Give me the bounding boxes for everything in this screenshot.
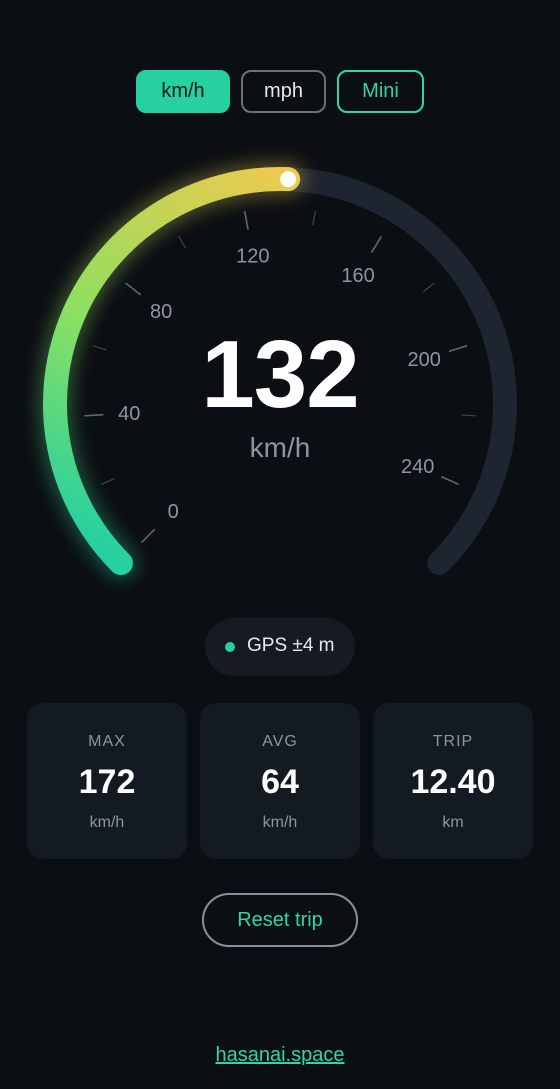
gauge-major-tick: [370, 235, 383, 253]
gauge-major-tick: [243, 211, 249, 231]
gauge-major-tick: [125, 282, 142, 296]
stat-card-max: MAX 172 km/h: [27, 703, 187, 859]
gauge-major-tick: [441, 475, 460, 486]
gps-accuracy: GPS ±4 m: [247, 635, 335, 656]
gauge-tick-label: 160: [341, 265, 374, 287]
stat-label: TRIP: [432, 733, 474, 750]
gauge-tick-label: 0: [168, 501, 179, 523]
gauge-needle-cap: [280, 171, 297, 188]
current-speed: 132: [201, 321, 359, 428]
gauge-major-tick: [140, 528, 156, 544]
gauge-tick-label: 80: [150, 301, 172, 323]
gauge-minor-tick: [178, 235, 187, 249]
gauge-minor-tick: [422, 282, 435, 293]
gps-status-dot-icon: [225, 642, 235, 652]
stat-value: 12.40: [410, 763, 496, 801]
stat-card-trip: TRIP 12.40 km: [373, 703, 533, 859]
stat-unit: km/h: [89, 814, 125, 831]
stat-label: AVG: [262, 733, 298, 750]
reset-trip-button[interactable]: Reset trip: [202, 893, 358, 947]
speedometer-gauge: 04080120160200240: [38, 162, 517, 581]
gauge-minor-tick: [312, 211, 316, 226]
gauge-tick-label: 120: [236, 245, 269, 267]
speed-unit: km/h: [249, 432, 311, 463]
stat-label: MAX: [88, 733, 126, 750]
stat-value: 64: [261, 763, 299, 801]
footer-link-container: hasanai.space: [0, 1044, 560, 1067]
gauge-minor-tick: [101, 478, 115, 485]
stat-value: 172: [78, 763, 136, 801]
footer-link[interactable]: hasanai.space: [216, 1044, 345, 1066]
stat-unit: km/h: [262, 814, 298, 831]
gps-status: GPS ±4 m: [205, 618, 355, 676]
stat-unit: km: [442, 814, 464, 831]
stat-card-avg: AVG 64 km/h: [200, 703, 360, 859]
